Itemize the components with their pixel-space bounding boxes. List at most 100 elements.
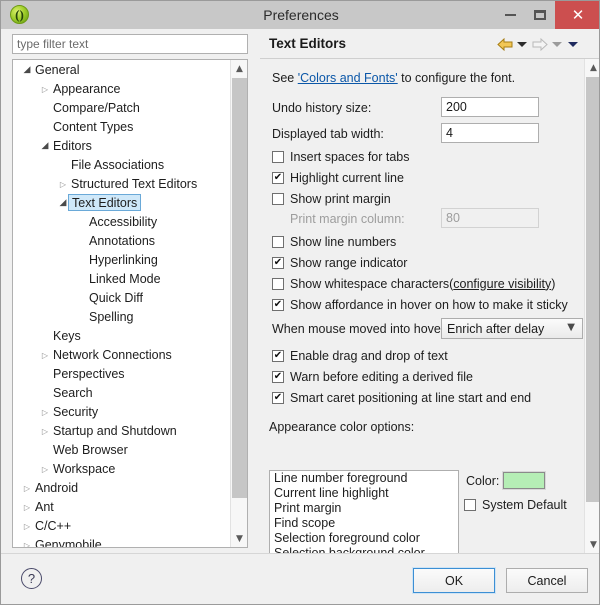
list-item[interactable]: Print margin xyxy=(270,501,458,516)
tree-item-hyperlinking[interactable]: Hyperlinking xyxy=(13,251,231,270)
show-line-numbers-checkbox[interactable] xyxy=(272,236,284,248)
preferences-tree[interactable]: ◢General▷AppearanceCompare/PatchContent … xyxy=(12,59,248,548)
expand-arrow-closed-icon[interactable]: ▷ xyxy=(21,479,33,498)
expand-arrow-closed-icon[interactable]: ▷ xyxy=(21,517,33,536)
tree-item-linked-mode[interactable]: Linked Mode xyxy=(13,270,231,289)
highlight-current-line-checkbox[interactable] xyxy=(272,172,284,184)
list-item[interactable]: Find scope xyxy=(270,516,458,531)
tree-item-text-editors[interactable]: ◢Text Editors xyxy=(13,194,231,213)
show-affordance-checkbox[interactable] xyxy=(272,299,284,311)
back-dropdown-icon[interactable] xyxy=(516,37,527,52)
show-print-margin-label: Show print margin xyxy=(290,192,391,206)
expand-arrow-closed-icon[interactable]: ▷ xyxy=(39,460,51,479)
tree-item-quick-diff[interactable]: Quick Diff xyxy=(13,289,231,308)
tree-item-keys[interactable]: Keys xyxy=(13,327,231,346)
system-default-label: System Default xyxy=(482,498,567,512)
list-item[interactable]: Selection background color xyxy=(270,546,458,553)
system-default-checkbox[interactable] xyxy=(464,499,476,511)
scroll-up-icon[interactable]: ▲ xyxy=(231,60,248,77)
list-item[interactable]: Selection foreground color xyxy=(270,531,458,546)
system-default-row[interactable]: System Default xyxy=(464,496,567,513)
show-whitespace-characters-checkbox[interactable] xyxy=(272,278,284,290)
tree-item-general[interactable]: ◢General xyxy=(13,61,231,80)
hover-mode-select[interactable]: Enrich after delay ▼ xyxy=(441,318,583,339)
enable-drag-drop-row[interactable]: Enable drag and drop of text xyxy=(272,347,448,364)
expand-arrow-open-icon[interactable]: ◢ xyxy=(21,61,33,80)
tree-item-spelling[interactable]: Spelling xyxy=(13,308,231,327)
list-item[interactable]: Line number foreground xyxy=(270,471,458,486)
undo-history-size-input[interactable]: 200 xyxy=(441,97,539,117)
whitespace-close-paren: ) xyxy=(551,277,555,291)
view-menu-icon[interactable] xyxy=(567,37,578,52)
tree-item-perspectives[interactable]: Perspectives xyxy=(13,365,231,384)
tree-item-compare-patch[interactable]: Compare/Patch xyxy=(13,99,231,118)
tree-item-appearance[interactable]: ▷Appearance xyxy=(13,80,231,99)
expand-arrow-closed-icon[interactable]: ▷ xyxy=(39,403,51,422)
minimize-button[interactable] xyxy=(495,1,525,29)
help-icon[interactable]: ? xyxy=(21,568,42,589)
tree-item-startup-and-shutdown[interactable]: ▷Startup and Shutdown xyxy=(13,422,231,441)
colors-and-fonts-link[interactable]: 'Colors and Fonts' xyxy=(298,71,398,85)
list-item[interactable]: Current line highlight xyxy=(270,486,458,501)
tree-vertical-scrollbar[interactable]: ▲ ▼ xyxy=(230,60,247,547)
tree-item-accessibility[interactable]: Accessibility xyxy=(13,213,231,232)
show-print-margin-row[interactable]: Show print margin xyxy=(272,190,391,207)
highlight-current-line-row[interactable]: Highlight current line xyxy=(272,169,404,186)
back-arrow-icon[interactable] xyxy=(497,37,513,52)
displayed-tab-width-input[interactable]: 4 xyxy=(441,123,539,143)
warn-derived-file-checkbox[interactable] xyxy=(272,371,284,383)
show-print-margin-checkbox[interactable] xyxy=(272,193,284,205)
expand-arrow-closed-icon[interactable]: ▷ xyxy=(39,422,51,441)
tree-item-content-types[interactable]: Content Types xyxy=(13,118,231,137)
configure-visibility-link[interactable]: configure visibility xyxy=(453,277,551,291)
tree-item-annotations[interactable]: Annotations xyxy=(13,232,231,251)
insert-spaces-for-tabs-checkbox[interactable] xyxy=(272,151,284,163)
tree-item-editors[interactable]: ◢Editors xyxy=(13,137,231,156)
show-affordance-row[interactable]: Show affordance in hover on how to make … xyxy=(272,296,568,313)
show-range-indicator-row[interactable]: Show range indicator xyxy=(272,254,407,271)
show-line-numbers-row[interactable]: Show line numbers xyxy=(272,233,396,250)
show-whitespace-characters-row[interactable]: Show whitespace characters (configure vi… xyxy=(272,275,555,292)
show-range-indicator-checkbox[interactable] xyxy=(272,257,284,269)
scrollbar-thumb[interactable] xyxy=(586,77,600,502)
close-button[interactable]: ✕ xyxy=(555,1,600,29)
tree-item-android[interactable]: ▷Android xyxy=(13,479,231,498)
tree-item-workspace[interactable]: ▷Workspace xyxy=(13,460,231,479)
enable-drag-drop-checkbox[interactable] xyxy=(272,350,284,362)
warn-derived-file-row[interactable]: Warn before editing a derived file xyxy=(272,368,473,385)
scrollbar-thumb[interactable] xyxy=(232,78,247,498)
scroll-up-icon[interactable]: ▲ xyxy=(585,59,600,76)
maximize-button[interactable] xyxy=(525,1,555,29)
expand-arrow-open-icon[interactable]: ◢ xyxy=(39,137,51,156)
appearance-color-options-list[interactable]: Line number foregroundCurrent line highl… xyxy=(269,470,459,553)
tree-item-label: Keys xyxy=(53,327,81,346)
ok-button[interactable]: OK xyxy=(413,568,495,593)
tree-item-genymobile[interactable]: ▷Genymobile xyxy=(13,536,231,548)
expand-arrow-open-icon[interactable]: ◢ xyxy=(57,194,69,213)
filter-input[interactable]: type filter text xyxy=(12,34,248,54)
tree-item-search[interactable]: Search xyxy=(13,384,231,403)
tree-item-web-browser[interactable]: Web Browser xyxy=(13,441,231,460)
color-swatch-button[interactable] xyxy=(503,472,545,489)
scroll-down-icon[interactable]: ▼ xyxy=(585,536,600,553)
tree-item-ant[interactable]: ▷Ant xyxy=(13,498,231,517)
show-range-indicator-label: Show range indicator xyxy=(290,256,407,270)
smart-caret-checkbox[interactable] xyxy=(272,392,284,404)
insert-spaces-for-tabs-row[interactable]: Insert spaces for tabs xyxy=(272,148,410,165)
tree-item-network-connections[interactable]: ▷Network Connections xyxy=(13,346,231,365)
tree-item-file-associations[interactable]: File Associations xyxy=(13,156,231,175)
tree-item-security[interactable]: ▷Security xyxy=(13,403,231,422)
tree-item-structured-text-editors[interactable]: ▷Structured Text Editors xyxy=(13,175,231,194)
expand-arrow-closed-icon[interactable]: ▷ xyxy=(21,498,33,517)
scroll-down-icon[interactable]: ▼ xyxy=(231,530,248,547)
expand-arrow-closed-icon[interactable]: ▷ xyxy=(39,80,51,99)
expand-arrow-closed-icon[interactable]: ▷ xyxy=(21,536,33,548)
tree-item-c-c[interactable]: ▷C/C++ xyxy=(13,517,231,536)
page-vertical-scrollbar[interactable]: ▲ ▼ xyxy=(584,59,600,553)
page-header: Text Editors xyxy=(260,29,600,59)
expand-arrow-closed-icon[interactable]: ▷ xyxy=(57,175,69,194)
expand-arrow-closed-icon[interactable]: ▷ xyxy=(39,346,51,365)
smart-caret-row[interactable]: Smart caret positioning at line start an… xyxy=(272,389,531,406)
cancel-button[interactable]: Cancel xyxy=(506,568,588,593)
maximize-icon xyxy=(534,10,546,20)
